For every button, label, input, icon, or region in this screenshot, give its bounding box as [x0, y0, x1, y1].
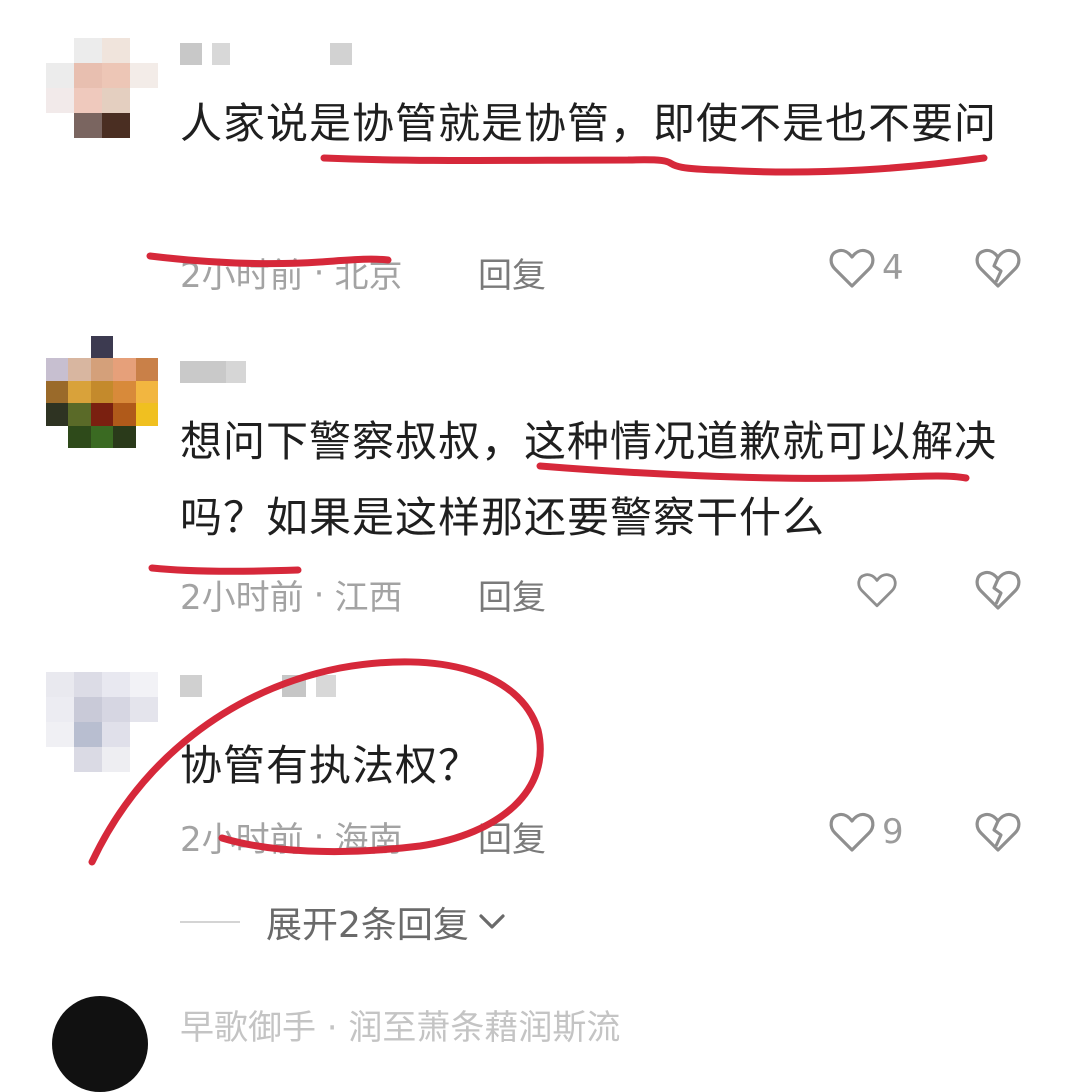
chevron-down-icon [479, 914, 505, 929]
heart-outline-icon [829, 248, 875, 288]
comment-meta: 2小时前 · 海南 [180, 812, 402, 861]
broken-heart-icon [975, 812, 1021, 852]
username-blurred[interactable] [180, 358, 246, 386]
divider-line [180, 921, 240, 923]
like-count: 4 [882, 248, 904, 288]
like-count: 9 [882, 812, 904, 852]
reply-button[interactable]: 回复 [478, 248, 546, 297]
comment-time: 2小时前 [180, 820, 304, 860]
comment-location: 北京 [334, 256, 403, 296]
dislike-button[interactable] [974, 568, 1022, 616]
username-blurred[interactable] [180, 40, 352, 68]
dislike-button[interactable] [974, 246, 1022, 294]
like-button[interactable]: 9 [828, 810, 904, 854]
comment-text: 协管有执法权？ [180, 741, 482, 790]
comment-location: 海南 [334, 820, 403, 860]
avatar[interactable] [52, 996, 148, 1092]
avatar[interactable] [46, 672, 158, 772]
like-button[interactable] [856, 568, 904, 612]
username[interactable]: 早歌御手 · 润至萧条藉润斯流 [180, 1000, 620, 1049]
comment-text: 人家说是协管就是协管，即使不是也不要问 [180, 99, 998, 148]
reply-button[interactable]: 回复 [478, 570, 546, 619]
expand-replies-button[interactable]: 展开2条回复 [180, 896, 509, 948]
heart-outline-icon [829, 812, 875, 852]
avatar[interactable] [46, 38, 158, 138]
broken-heart-icon [975, 570, 1021, 610]
reply-button[interactable]: 回复 [478, 812, 546, 861]
like-button[interactable]: 4 [828, 246, 904, 290]
comment-location: 江西 [334, 578, 403, 618]
comment-meta: 2小时前 · 江西 [180, 570, 402, 619]
comment-meta: 2小时前 · 北京 [180, 248, 402, 297]
dislike-button[interactable] [974, 810, 1022, 858]
comment-time: 2小时前 [180, 256, 304, 296]
broken-heart-icon [975, 248, 1021, 288]
username-blurred[interactable] [180, 672, 336, 700]
avatar[interactable] [46, 336, 158, 448]
heart-outline-icon [857, 573, 897, 608]
expand-replies-label: 展开2条回复 [266, 905, 469, 946]
comment-time: 2小时前 [180, 578, 304, 618]
comment-text: 想问下警察叔叔，这种情况道歉就可以解决吗？如果是这样那还要警察干什么 [180, 417, 998, 542]
